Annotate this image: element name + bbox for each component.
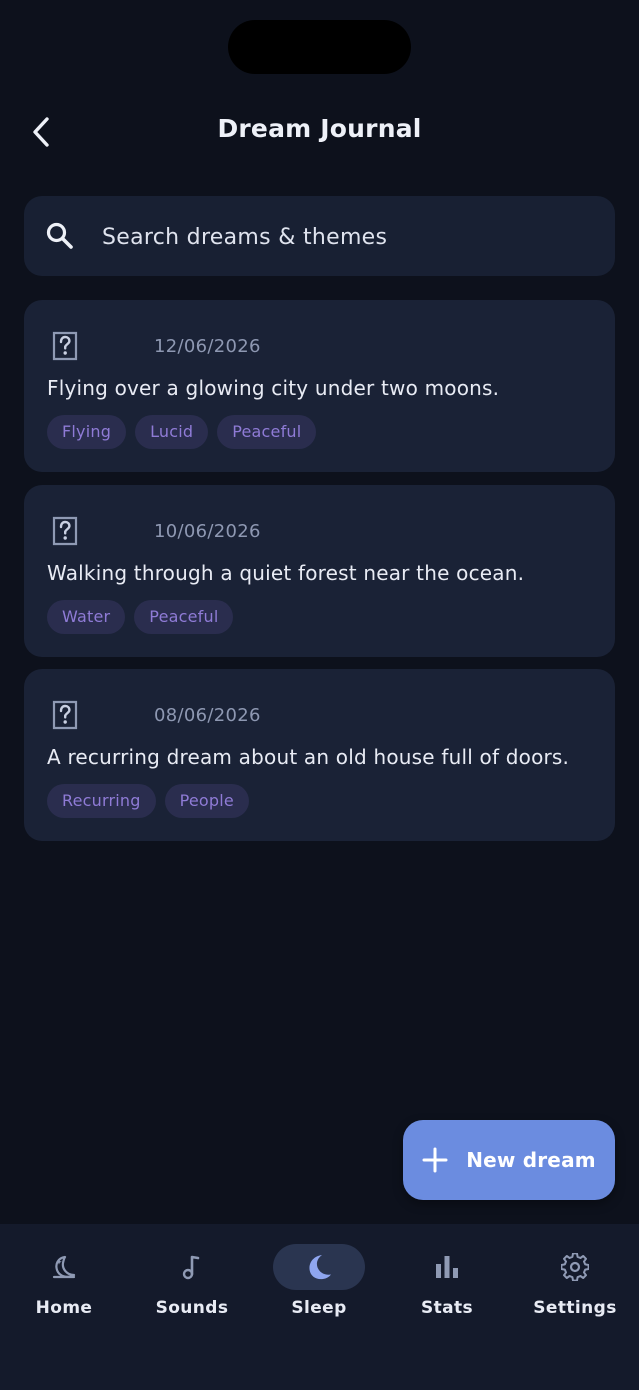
dream-tag[interactable]: Peaceful xyxy=(134,600,234,634)
dream-tags: Flying Lucid Peaceful xyxy=(47,415,317,449)
dream-text: A recurring dream about an old house ful… xyxy=(47,745,570,769)
nav-label-sleep: Sleep xyxy=(291,1298,347,1318)
music-note-icon xyxy=(182,1255,200,1280)
dream-date: 12/06/2026 xyxy=(154,336,261,357)
search-icon xyxy=(46,222,73,249)
dream-tag[interactable]: Lucid xyxy=(135,415,209,449)
dream-date: 10/06/2026 xyxy=(154,521,261,542)
dream-card[interactable]: 12/06/2026 Flying over a glowing city und… xyxy=(24,300,615,472)
nav-item-home[interactable]: Home xyxy=(0,1244,128,1334)
dream-text: Flying over a glowing city under two moo… xyxy=(47,376,500,400)
top-bar: Dream Journal xyxy=(0,100,639,164)
nav-item-sounds[interactable]: Sounds xyxy=(128,1244,256,1334)
nav-item-stats[interactable]: Stats xyxy=(383,1244,511,1334)
crescent-moon-icon xyxy=(309,1255,331,1280)
dream-card[interactable]: 08/06/2026 A recurring dream about an old… xyxy=(24,669,615,841)
dream-tag[interactable]: Recurring xyxy=(47,784,156,818)
question-icon xyxy=(52,331,78,361)
bottom-navigation: Home Sounds Sleep Stats Settings xyxy=(0,1224,639,1390)
page-title: Dream Journal xyxy=(217,114,422,143)
dream-tags: Water Peaceful xyxy=(47,600,234,634)
search-input[interactable] xyxy=(100,214,584,260)
plus-icon xyxy=(422,1147,448,1173)
dream-tag[interactable]: Water xyxy=(47,600,126,634)
dream-tag[interactable]: People xyxy=(164,784,249,818)
nav-label-home: Home xyxy=(35,1298,93,1318)
dream-tag[interactable]: Flying xyxy=(47,415,127,449)
nav-label-stats: Stats xyxy=(420,1298,474,1318)
gear-icon xyxy=(561,1253,589,1281)
dream-card[interactable]: 10/06/2026 Walking through a quiet forest… xyxy=(24,485,615,657)
dream-text: Walking through a quiet forest near the … xyxy=(47,561,525,585)
nav-label-sounds: Sounds xyxy=(155,1298,229,1318)
new-dream-button[interactable]: New dream xyxy=(403,1120,615,1200)
nav-item-settings[interactable]: Settings xyxy=(511,1244,639,1334)
new-dream-label: New dream xyxy=(466,1148,596,1172)
dream-tag[interactable]: Peaceful xyxy=(217,415,317,449)
dream-tags: Recurring People xyxy=(47,784,249,818)
dream-date: 08/06/2026 xyxy=(154,705,261,726)
question-icon xyxy=(52,516,78,546)
nav-item-sleep[interactable]: Sleep xyxy=(255,1244,383,1334)
moon-sparkle-icon xyxy=(52,1255,76,1279)
camera-notch xyxy=(228,20,411,74)
nav-label-settings: Settings xyxy=(533,1298,617,1318)
bar-chart-icon xyxy=(436,1256,458,1278)
question-icon xyxy=(52,700,78,730)
search-bar[interactable] xyxy=(24,196,615,276)
